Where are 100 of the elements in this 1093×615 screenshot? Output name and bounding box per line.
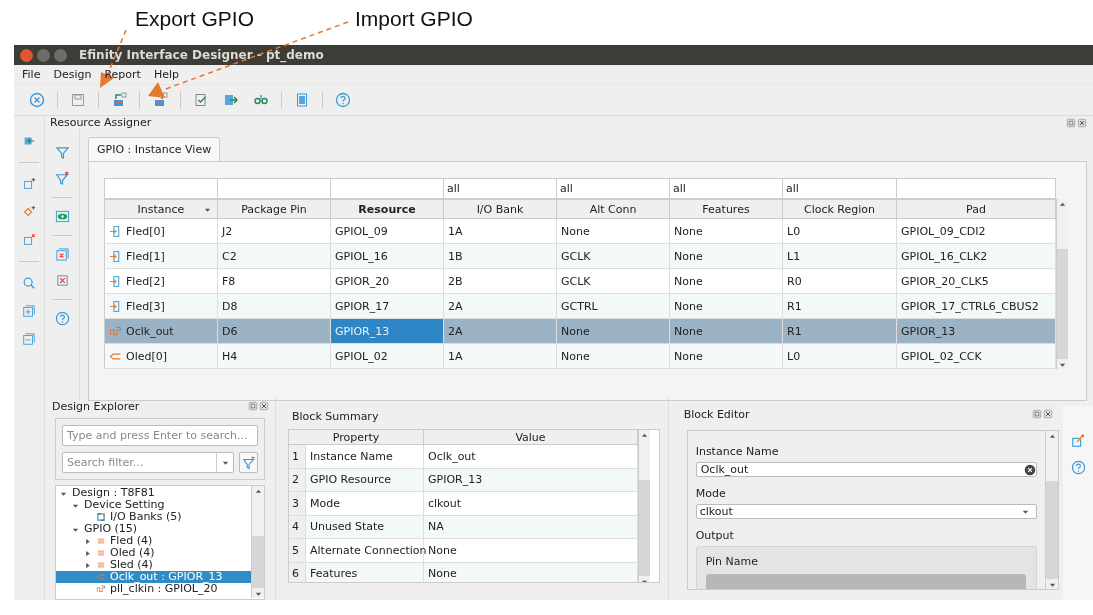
menu-item[interactable]: File [21,68,42,81]
add-block-icon[interactable] [22,177,36,191]
filter-cell[interactable]: all [557,178,670,199]
table-cell[interactable]: D6 [218,319,331,344]
table-cell[interactable]: GPIOL_02 [331,344,444,369]
table-cell[interactable]: None [557,319,670,344]
table-cell[interactable]: GPIOR_13 [331,319,444,344]
cancel-icon[interactable] [29,92,45,108]
add-diamond-icon[interactable] [22,205,36,219]
table-cell[interactable]: GPIOR_13 [897,319,1056,344]
tree-item[interactable]: Oclk_out : GPIOR_13 [56,571,251,583]
delete-icon[interactable] [54,273,70,288]
table-cell[interactable]: 1B [444,244,557,269]
collapse-all-icon[interactable] [22,332,36,346]
column-header[interactable]: Clock Region [783,199,897,219]
table-cell[interactable]: None [670,294,783,319]
table-cell[interactable]: Fled[0] [104,219,218,244]
table-cell[interactable]: GPIOL_09_CDI2 [897,219,1056,244]
document-icon[interactable] [294,92,310,108]
table-cell[interactable]: GCLK [557,244,670,269]
tree-item[interactable]: Fled (4) [56,535,251,547]
mode-dropdown[interactable]: clkout [695,504,1038,519]
filter-cell[interactable]: all [670,178,783,199]
table-cell[interactable]: R1 [783,319,897,344]
search-field[interactable]: Type and press Enter to search... [63,426,257,445]
column-header[interactable]: I/O Bank [444,199,557,219]
table-cell[interactable]: GPIOL_16 [331,244,444,269]
clear-filter-icon[interactable] [54,171,70,186]
close-icon[interactable] [259,401,269,411]
table-cell[interactable]: 1A [444,344,557,369]
table-cell[interactable]: GPIOR_17 [331,294,444,319]
help-icon[interactable] [335,92,351,108]
close-icon[interactable] [1077,117,1087,128]
table-cell[interactable]: None [670,344,783,369]
filter-field[interactable]: Search filter... [63,453,216,472]
maximize-button[interactable] [54,48,67,62]
tree-item[interactable]: GPIO (15) [56,523,251,535]
tree-item[interactable]: pll_clkin : GPIOL_20 [56,583,251,595]
table-cell[interactable]: 1A [444,219,557,244]
filter-cell[interactable] [104,178,218,199]
column-header[interactable]: Property [289,430,424,445]
dropdown-arrow-icon[interactable] [1022,508,1030,515]
scrollbar[interactable] [1045,431,1059,589]
search-icon[interactable] [22,276,36,290]
table-cell[interactable]: R1 [783,294,897,319]
table-cell[interactable]: 2B [444,269,557,294]
table-cell[interactable]: None [557,344,670,369]
filter-cell[interactable] [331,178,444,199]
filter-cell[interactable] [218,178,331,199]
table-cell[interactable]: GPIOR_20 [331,269,444,294]
table-cell[interactable]: D8 [218,294,331,319]
table-cell[interactable]: GPIOL_09 [331,219,444,244]
clear-filter-button[interactable] [239,452,258,473]
table-cell[interactable]: F8 [218,269,331,294]
table-cell[interactable]: GPIOL_02_CCK [897,344,1056,369]
table-cell[interactable]: Fled[3] [104,294,218,319]
table-cell[interactable]: None [557,219,670,244]
table-cell[interactable]: C2 [218,244,331,269]
help-icon[interactable] [1070,460,1086,475]
table-cell[interactable]: L1 [783,244,897,269]
column-header[interactable]: Features [670,199,783,219]
scroll-up-icon[interactable] [254,487,262,495]
table-cell[interactable]: None [670,219,783,244]
save-icon[interactable] [70,92,86,108]
delete-block-icon[interactable] [22,233,36,247]
scrollbar[interactable] [638,430,650,582]
minimize-button[interactable] [37,48,50,62]
view-icon[interactable] [54,209,70,224]
clear-icon[interactable] [1024,463,1037,476]
scroll-up-icon[interactable] [641,431,648,439]
close-button[interactable] [20,48,33,62]
scroll-up-icon[interactable] [1048,432,1056,440]
column-header[interactable]: Package Pin [218,199,331,219]
edit-icon[interactable] [1071,434,1086,448]
menu-item[interactable]: Design [52,68,93,81]
column-header[interactable]: Resource [331,199,444,219]
table-cell[interactable]: None [670,319,783,344]
table-cell[interactable]: GPIOR_17_CTRL6_CBUS2 [897,294,1056,319]
column-header[interactable]: Alt Conn [557,199,670,219]
column-header[interactable]: Pad [897,199,1056,219]
checklist-icon[interactable] [193,92,209,108]
menu-item[interactable]: Help [152,68,180,81]
tree-item[interactable]: I/O Banks (5) [56,511,251,523]
export-icon[interactable] [111,92,127,108]
table-cell[interactable]: R0 [783,269,897,294]
delete-all-icon[interactable] [54,247,70,262]
scrollbar[interactable] [251,486,264,598]
table-cell[interactable]: L0 [783,219,897,244]
table-cell[interactable]: L0 [783,344,897,369]
export-arrow-icon[interactable] [223,92,239,108]
tree-item[interactable]: Design : T8F81 [56,487,251,499]
tree-item[interactable]: Oled (4) [56,547,251,559]
table-cell[interactable]: Fled[2] [104,269,218,294]
table-cell[interactable]: J2 [218,219,331,244]
table-cell[interactable]: H4 [218,344,331,369]
scrollbar[interactable] [1056,199,1068,369]
tab[interactable]: GPIO : Instance View [88,137,221,161]
table-cell[interactable]: GPIOR_20_CLK5 [897,269,1056,294]
filter-combo[interactable]: Search filter... [62,452,234,473]
tree-item[interactable]: Sled (4) [56,559,251,571]
